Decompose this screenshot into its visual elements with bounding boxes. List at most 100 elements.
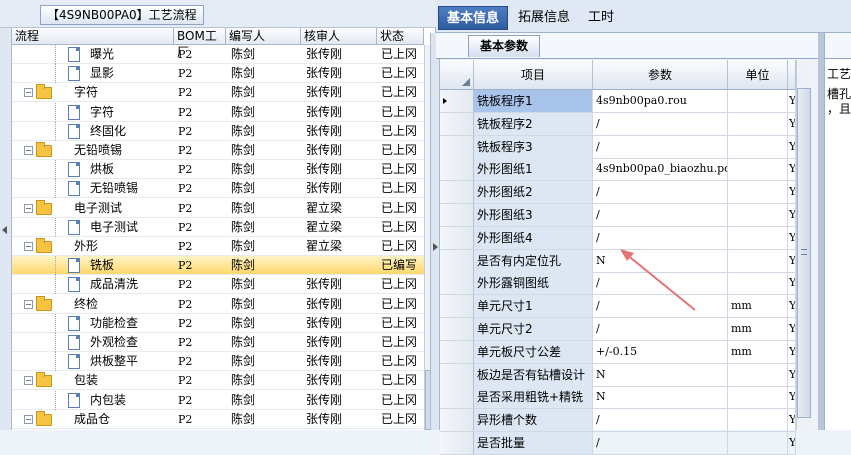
collapse-toggle-icon[interactable]: − [24,299,33,309]
left-collapse-splitter[interactable] [0,28,12,430]
param-unit[interactable] [728,272,788,296]
param-flag[interactable]: Y [788,90,796,113]
param-flag[interactable]: Y [788,363,796,387]
param-unit[interactable]: mm [728,295,788,319]
param-unit[interactable] [728,204,788,227]
tree-row[interactable]: − 外形 P2 陈剑 翟立梁 已上冈 [12,237,424,256]
param-row[interactable]: 铣板程序3/ Y [440,135,796,159]
param-row[interactable]: 是否采用粗铣+精铣 N Y [440,386,796,410]
param-unit[interactable]: mm [728,318,788,341]
row-indicator[interactable] [440,204,474,227]
param-unit[interactable] [728,112,788,136]
param-unit[interactable] [728,181,788,205]
param-flag[interactable]: Y [788,409,796,433]
param-value[interactable]: / [593,135,728,159]
param-unit[interactable]: mm [728,340,788,364]
param-flag[interactable]: Y [788,112,796,136]
col-status[interactable]: 状态 [377,28,424,45]
row-indicator[interactable] [440,112,474,136]
param-flag[interactable]: Y [788,340,796,364]
tree-row[interactable]: 无铅喷锡 P2 陈剑 张传刚 已上冈 [12,179,424,199]
tree-row[interactable]: 曝光 P2 陈剑 张传刚 已上冈 [12,45,424,64]
param-value[interactable]: / [593,409,728,433]
param-unit[interactable] [728,249,788,273]
param-value[interactable]: N [593,363,728,387]
param-value[interactable]: N [593,386,728,410]
row-indicator[interactable] [440,318,474,341]
param-flag[interactable]: Y [788,295,796,319]
tree-row[interactable]: 功能检查 P2 陈剑 张传刚 已上冈 [12,313,424,333]
tree-row[interactable]: 烘板 P2 陈剑 张传刚 已上冈 [12,160,424,180]
grid-corner[interactable] [440,60,474,90]
param-value[interactable]: +/-0.15 [593,340,728,364]
param-row[interactable]: 单元板尺寸公差 +/-0.15 mm Y [440,340,796,364]
tree-row[interactable]: − 无铅喷锡 P2 陈剑 张传刚 已上冈 [12,141,424,160]
tree-row[interactable]: − 终检 P2 陈剑 张传刚 已上冈 [12,295,424,314]
param-flag[interactable]: Y [788,158,796,182]
param-row[interactable]: 异形槽个数 / Y [440,409,796,433]
param-unit[interactable] [728,226,788,250]
col-reviewer[interactable]: 核审人 [301,28,377,45]
collapse-toggle-icon[interactable]: − [24,414,33,424]
collapse-toggle-icon[interactable]: − [24,203,33,213]
param-row[interactable]: 板边是否有钻槽设计 N Y [440,363,796,387]
param-row[interactable]: 铣板程序2/ Y [440,112,796,136]
param-value[interactable]: / [593,432,728,455]
param-flag[interactable]: Y [788,272,796,296]
tree-row[interactable]: − 电子测试 P2 陈剑 翟立梁 已上冈 [12,199,424,218]
tree-row[interactable]: − 字符 P2 陈剑 张传刚 已上冈 [12,83,424,103]
col-unit[interactable]: 单位 [728,60,788,90]
panel-splitter[interactable] [430,33,440,430]
tree-row[interactable]: 字符 P2 陈剑 张传刚 已上冈 [12,102,424,122]
row-indicator[interactable] [440,340,474,364]
tree-row[interactable]: − 包装 P2 陈剑 张传刚 已上冈 [12,371,424,391]
tab-work-hours[interactable]: 工时 [580,6,622,30]
collapse-toggle-icon[interactable]: − [24,88,33,98]
tree-row[interactable]: 终固化 P2 陈剑 张传刚 已上冈 [12,121,424,141]
param-value[interactable]: / [593,318,728,341]
row-indicator[interactable] [440,135,474,159]
param-unit[interactable] [728,409,788,433]
param-row[interactable]: 铣板程序1 4s9nb00pa0.rou Y [440,90,796,113]
row-indicator[interactable] [440,386,474,410]
param-unit[interactable] [728,90,788,113]
param-value[interactable]: 4s9nb00pa0_biaozhu.pdf [593,158,728,182]
tree-row[interactable]: 成品清洗 P2 陈剑 张传刚 已上冈 [12,275,424,295]
tree-row[interactable]: 外观检查 P2 陈剑 张传刚 已上冈 [12,333,424,352]
param-row[interactable]: 外形图纸1 4s9nb00pa0_biaozhu.pdf Y [440,158,796,182]
param-unit[interactable] [728,386,788,410]
row-indicator[interactable] [440,409,474,433]
param-flag[interactable]: Y [788,226,796,250]
param-flag[interactable]: Y [788,386,796,410]
col-item[interactable]: 项目 [474,60,593,90]
param-value[interactable]: / [593,204,728,227]
row-indicator[interactable] [440,272,474,296]
param-value[interactable]: / [593,112,728,136]
param-flag[interactable]: Y [788,318,796,341]
row-indicator[interactable] [440,295,474,319]
tab-extended-info[interactable]: 拓展信息 [510,6,578,30]
tree-row[interactable]: 内包装 P2 陈剑 张传刚 已上冈 [12,390,424,410]
row-indicator[interactable] [440,432,474,455]
tree-row[interactable]: 电子测试 P2 陈剑 翟立梁 已上冈 [12,217,424,237]
param-row[interactable]: 单元尺寸2/mm Y [440,318,796,341]
tab-basic-info[interactable]: 基本信息 [438,6,509,30]
row-indicator[interactable] [440,181,474,205]
param-flag[interactable]: Y [788,432,796,455]
param-value[interactable]: / [593,181,728,205]
col-flow[interactable]: 流程 [12,28,174,45]
param-value[interactable]: 4s9nb00pa0.rou [593,90,728,113]
param-flag[interactable]: Y [788,181,796,205]
tree-row[interactable]: 烘板整平 P2 陈剑 张传刚 已上冈 [12,352,424,372]
tree-row[interactable]: 铣板 P2 陈剑 已编写 [12,256,424,276]
param-row[interactable]: 外形图纸3/ Y [440,204,796,227]
col-extra[interactable] [788,60,796,90]
col-param[interactable]: 参数 [593,60,728,90]
grid-scroll-thumb[interactable] [797,88,811,418]
param-row[interactable]: 外形图纸2/ Y [440,181,796,205]
param-flag[interactable]: Y [788,204,796,227]
tree-row[interactable]: 显影 P2 陈剑 张传刚 已上冈 [12,64,424,84]
param-flag[interactable]: Y [788,135,796,159]
row-indicator[interactable] [440,363,474,387]
tree-row[interactable]: − 成品仓 P2 陈剑 张传刚 已上冈 [12,410,424,429]
